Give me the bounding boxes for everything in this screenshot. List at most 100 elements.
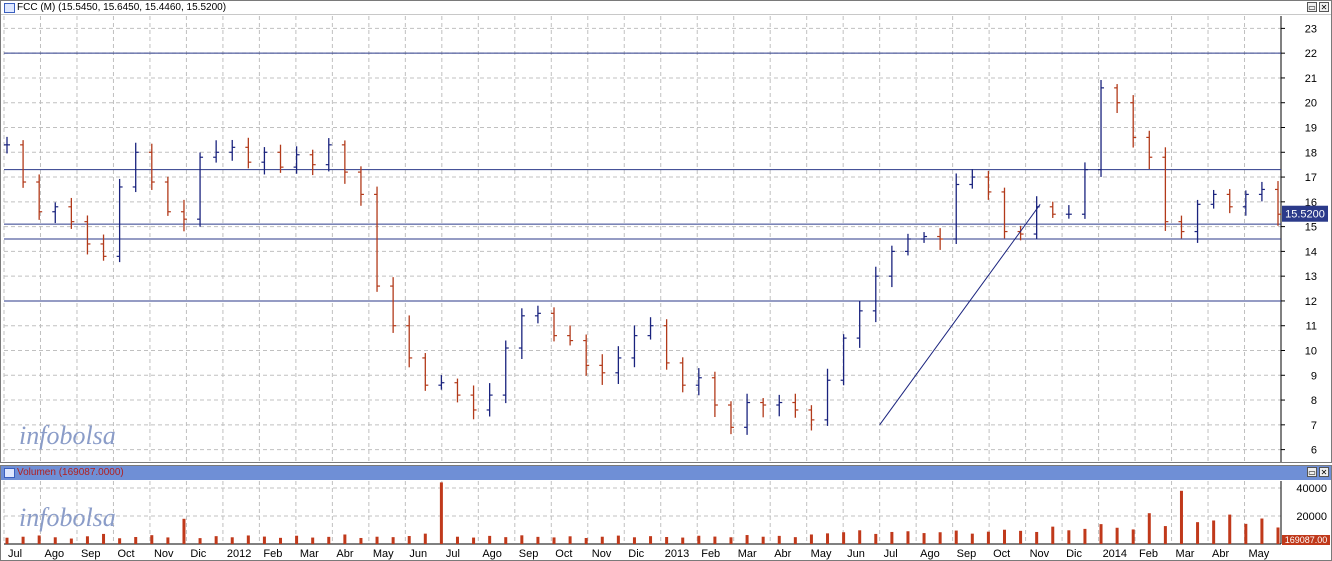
ohlc-bar — [1210, 189, 1217, 209]
ohlc-bar — [518, 308, 525, 360]
ohlc-bar — [856, 301, 863, 348]
ohlc-bar — [888, 245, 895, 288]
ohlc-bar — [197, 152, 204, 227]
y-tick-label: 23 — [1305, 23, 1317, 35]
ohlc-bar — [52, 202, 59, 224]
ohlc-bar — [213, 140, 220, 163]
ohlc-bar — [1081, 162, 1088, 219]
volume-bar — [134, 537, 138, 544]
volume-bar — [5, 537, 9, 544]
ohlc-bar — [969, 169, 976, 189]
last-volume-label: 169087.00 — [1285, 535, 1328, 545]
x-tick-label: Ago — [920, 548, 940, 560]
volume-bar — [954, 530, 958, 544]
x-tick-label: Jul — [446, 548, 460, 560]
y-tick-label: 7 — [1311, 420, 1317, 432]
volume-bar — [826, 533, 830, 544]
y-tick-label: 19 — [1305, 123, 1317, 135]
last-price-label: 15.5200 — [1285, 209, 1325, 221]
ohlc-bar — [1242, 190, 1249, 216]
volume-bar — [697, 535, 701, 544]
ohlc-bar — [1194, 199, 1201, 243]
x-tick-label: Nov — [154, 548, 174, 560]
volume-bar — [439, 482, 443, 544]
volume-bar — [53, 537, 57, 544]
x-tick-label: May — [1249, 548, 1270, 560]
volume-bar — [391, 537, 395, 544]
x-tick-label: Feb — [1139, 548, 1158, 560]
ohlc-bar — [583, 334, 590, 376]
volume-bar — [1131, 529, 1135, 544]
ohlc-bar — [824, 368, 831, 426]
volume-bar — [1067, 530, 1071, 544]
y-tick-label: 9 — [1311, 370, 1317, 382]
x-tick-label: May — [373, 548, 394, 560]
ohlc-bar — [551, 307, 558, 342]
ohlc-bar — [325, 138, 332, 172]
volume-bar — [1035, 531, 1039, 544]
ohlc-bar — [1258, 181, 1265, 202]
ohlc-bar — [502, 340, 509, 404]
volume-bar — [745, 535, 749, 544]
volume-bar — [520, 535, 524, 544]
ohlc-bar — [36, 174, 43, 220]
x-tick-label: Dic — [1066, 548, 1082, 560]
ohlc-bar — [245, 137, 252, 169]
volume-bar — [1244, 523, 1248, 544]
ohlc-bar — [261, 147, 268, 175]
volume-bar — [536, 536, 540, 544]
volume-bar — [713, 536, 717, 544]
ohlc-bar — [309, 149, 316, 176]
y-tick-label: 12 — [1305, 296, 1317, 308]
ohlc-bar — [1146, 130, 1153, 170]
x-tick-label: Nov — [592, 548, 612, 560]
x-tick-label: Mar — [300, 548, 319, 560]
volume-bar — [1051, 526, 1055, 544]
volume-bar — [246, 535, 250, 544]
volume-bar — [375, 536, 379, 544]
volume-bar — [85, 536, 89, 544]
y-tick-label: 21 — [1305, 73, 1317, 85]
y-tick-label: 11 — [1306, 321, 1317, 333]
ohlc-bar — [647, 317, 654, 340]
ohlc-bar — [792, 393, 799, 418]
ohlc-bar — [599, 354, 606, 385]
volume-bar — [1276, 527, 1280, 544]
price-chart[interactable]: 6789101112131415161718192021222315.5200i… — [1, 1, 1331, 462]
volume-bar — [295, 535, 299, 544]
ohlc-bar — [132, 142, 139, 193]
volume-bar — [1002, 529, 1006, 544]
volume-bar — [874, 533, 878, 544]
volume-bar — [182, 518, 186, 544]
volume-bar — [922, 533, 926, 544]
ohlc-bar — [953, 173, 960, 244]
volume-bar — [890, 531, 894, 544]
ohlc-bar — [277, 144, 284, 173]
ohlc-bar — [711, 371, 718, 418]
x-tick-label: Oct — [117, 548, 134, 560]
ohlc-bar — [4, 136, 10, 154]
x-tick-label: Mar — [738, 548, 757, 560]
volume-bar — [632, 537, 636, 544]
x-tick-label: 2014 — [1103, 548, 1127, 560]
volume-bar — [1260, 518, 1264, 544]
ohlc-bar — [1033, 196, 1040, 239]
y-tick-label: 14 — [1305, 246, 1317, 258]
volume-bar — [665, 537, 669, 544]
volume-bar — [793, 537, 797, 544]
ohlc-bar — [695, 368, 702, 396]
ohlc-bar — [20, 140, 27, 188]
volume-bar — [118, 538, 122, 544]
volume-bar — [21, 536, 25, 544]
x-tick-label: Abr — [336, 548, 353, 560]
volume-bar — [616, 535, 620, 544]
volume-chart[interactable]: 20000 40000 169087.00 infobolsa Jul Ago Sep Oct… — [1, 466, 1331, 560]
y-tick-label: 13 — [1305, 271, 1317, 283]
ohlc-bar — [1049, 201, 1056, 218]
x-tick-label: May — [811, 548, 832, 560]
ohlc-bar — [663, 319, 670, 370]
volume-bar — [150, 535, 154, 544]
volume-bar — [584, 537, 588, 544]
x-tick-label: Oct — [993, 548, 1010, 560]
volume-bar — [600, 536, 604, 544]
